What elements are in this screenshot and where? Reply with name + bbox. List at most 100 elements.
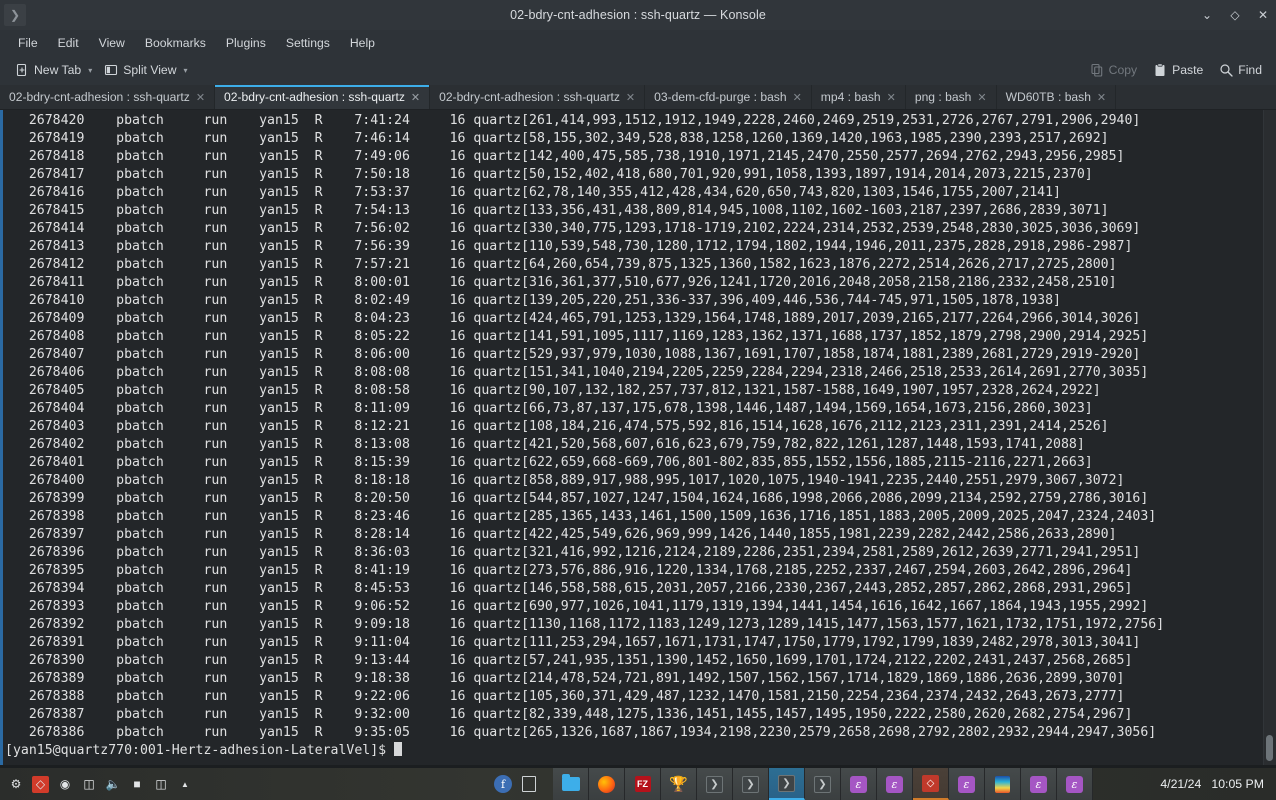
red-diamond-icon[interactable]: ◇ [32,775,49,793]
terminal-line: 2678416 pbatch run yan15 R 7:53:37 16 qu… [5,185,1061,200]
tab-bar: 02-bdry-cnt-adhesion : ssh-quartz ✕ 02-bdr… [0,85,1276,110]
minimize-button[interactable]: ⌄ [1200,0,1214,30]
book-icon[interactable] [519,774,539,794]
terminal-line: 2678394 pbatch run yan15 R 8:45:53 16 qu… [5,581,1133,596]
find-button[interactable]: Find [1213,60,1268,80]
terminal-line: 2678404 pbatch run yan15 R 8:11:09 16 qu… [5,401,1093,416]
menu-item-help[interactable]: Help [340,33,385,53]
taskbar-window-trophy[interactable]: 🏆 [661,768,697,800]
close-icon[interactable]: ✕ [977,91,986,104]
text-cursor [394,742,403,756]
taskbar-window-konsole-3[interactable]: ❯ [805,768,841,800]
terminal-view[interactable]: 2678420 pbatch run yan15 R 7:41:24 16 qu… [0,110,1276,765]
maximize-button[interactable]: ◇ [1228,0,1242,30]
terminal-line: 2678417 pbatch run yan15 R 7:50:18 16 qu… [5,167,1093,182]
taskbar-window-folder[interactable] [553,768,589,800]
new-tab-icon [15,63,29,77]
taskbar-window-konsole-1[interactable]: ❯ [697,768,733,800]
close-button[interactable]: ✕ [1256,0,1270,30]
paste-label: Paste [1172,63,1204,77]
taskbar-window-konsole-active[interactable]: ❯ [769,768,805,800]
split-view-label: Split View [123,63,177,77]
terminal-line: 2678395 pbatch run yan15 R 8:41:19 16 qu… [5,563,1133,578]
close-icon[interactable]: ✕ [887,91,896,104]
tab-1[interactable]: 02-bdry-cnt-adhesion : ssh-quartz ✕ [215,85,431,109]
terminal-line: 2678412 pbatch run yan15 R 7:57:21 16 qu… [5,257,1117,272]
close-icon[interactable]: ✕ [411,91,420,104]
toolbar-actions: Copy Paste Find [1084,55,1268,85]
tab-0[interactable]: 02-bdry-cnt-adhesion : ssh-quartz ✕ [0,85,216,109]
paste-button[interactable]: Paste [1147,60,1209,80]
copy-button[interactable]: Copy [1084,60,1143,80]
fedora-icon[interactable]: f [493,774,513,794]
shell-prompt: [yan15@quartz770:001-Hertz-adhesion-Late… [5,743,395,758]
tab-6[interactable]: WD60TB : bash ✕ [996,85,1117,109]
terminal-line: 2678402 pbatch run yan15 R 8:13:08 16 qu… [5,437,1085,452]
window-list: FZ 🏆 ❯ ❯ ❯ ❯ ε ε ◇ ε ε ε [553,768,1093,800]
taskbar-window-epsilon-5[interactable]: ε [1057,768,1093,800]
terminal-line: 2678399 pbatch run yan15 R 8:20:50 16 qu… [5,491,1149,506]
tab-label: mp4 : bash [820,90,881,104]
window-title: 02-bdry-cnt-adhesion : ssh-quartz — Kons… [510,8,766,22]
terminal-prompt-line[interactable]: [yan15@quartz770:001-Hertz-adhesion-Late… [0,742,1276,760]
menu-item-plugins[interactable]: Plugins [216,33,276,53]
taskbar-window-firefox[interactable] [589,768,625,800]
show-hidden-icon[interactable]: ▲ [177,776,193,792]
taskbar-launchers: f [493,774,539,794]
taskbar-window-epsilon-3[interactable]: ε [949,768,985,800]
taskbar-window-flame[interactable] [985,768,1021,800]
search-icon [1219,63,1233,77]
taskbar-window-konsole-2[interactable]: ❯ [733,768,769,800]
terminal-line: 2678410 pbatch run yan15 R 8:02:49 16 qu… [5,293,1061,308]
scrollbar-thumb[interactable] [1266,735,1273,761]
notification-icon[interactable]: ◉ [57,776,73,792]
tab-2[interactable]: 02-bdry-cnt-adhesion : ssh-quartz ✕ [430,85,646,109]
taskbar-window-epsilon-4[interactable]: ε [1021,768,1057,800]
menu-item-view[interactable]: View [89,33,135,53]
terminal-line: 2678403 pbatch run yan15 R 8:12:21 16 qu… [5,419,1109,434]
copy-label: Copy [1108,63,1138,77]
new-tab-button[interactable]: New Tab ▾ [9,60,98,80]
chevron-down-icon[interactable]: ▾ [88,66,92,75]
menu-item-edit[interactable]: Edit [48,33,89,53]
split-view-button[interactable]: Split View ▾ [98,60,193,80]
bell-icon[interactable]: ⚙ [8,776,24,792]
terminal-line: 2678415 pbatch run yan15 R 7:54:13 16 qu… [5,203,1109,218]
tab-label: 02-bdry-cnt-adhesion : ssh-quartz [224,90,405,104]
display-icon[interactable]: ◫ [153,776,169,792]
terminal-line: 2678393 pbatch run yan15 R 9:06:52 16 qu… [5,599,1149,614]
taskbar-window-red-diamond[interactable]: ◇ [913,768,949,800]
focus-indicator [0,110,3,765]
tab-5[interactable]: png : bash ✕ [905,85,997,109]
taskbar-window-epsilon-1[interactable]: ε [841,768,877,800]
split-view-icon [104,63,118,77]
clock[interactable]: 4/21/24 10:05 PM [1160,777,1276,791]
tab-label: 03-dem-cfd-purge : bash [654,90,787,104]
clock-time: 10:05 PM [1211,777,1264,791]
close-icon[interactable]: ✕ [793,91,802,104]
terminal-line: 2678420 pbatch run yan15 R 7:41:24 16 qu… [5,113,1141,128]
tab-3[interactable]: 03-dem-cfd-purge : bash ✕ [645,85,812,109]
clipboard-icon[interactable]: ◫ [81,776,97,792]
tab-4[interactable]: mp4 : bash ✕ [811,85,906,109]
close-icon[interactable]: ✕ [196,91,205,104]
menu-item-settings[interactable]: Settings [276,33,340,53]
menu-item-bookmarks[interactable]: Bookmarks [135,33,216,53]
system-tray: ⚙ ◇ ◉ ◫ 🔈 ■ ◫ ▲ [0,775,193,793]
close-icon[interactable]: ✕ [1097,91,1106,104]
terminal-output: 2678420 pbatch run yan15 R 7:41:24 16 qu… [0,112,1276,742]
terminal-scrollbar[interactable] [1263,110,1276,765]
window-menu-button[interactable]: ❯ [4,4,26,26]
menu-bar: File Edit View Bookmarks Plugins Setting… [0,30,1276,55]
menu-item-file[interactable]: File [8,33,48,53]
terminal-line: 2678386 pbatch run yan15 R 9:35:05 16 qu… [5,725,1157,740]
battery-icon[interactable]: ■ [129,776,145,792]
taskbar-window-filezilla[interactable]: FZ [625,768,661,800]
terminal-line: 2678390 pbatch run yan15 R 9:13:44 16 qu… [5,653,1133,668]
chevron-down-icon[interactable]: ▾ [184,66,188,75]
close-icon[interactable]: ✕ [626,91,635,104]
terminal-line: 2678405 pbatch run yan15 R 8:08:58 16 qu… [5,383,1101,398]
volume-icon[interactable]: 🔈 [105,776,121,792]
tab-label: 02-bdry-cnt-adhesion : ssh-quartz [439,90,620,104]
taskbar-window-epsilon-2[interactable]: ε [877,768,913,800]
